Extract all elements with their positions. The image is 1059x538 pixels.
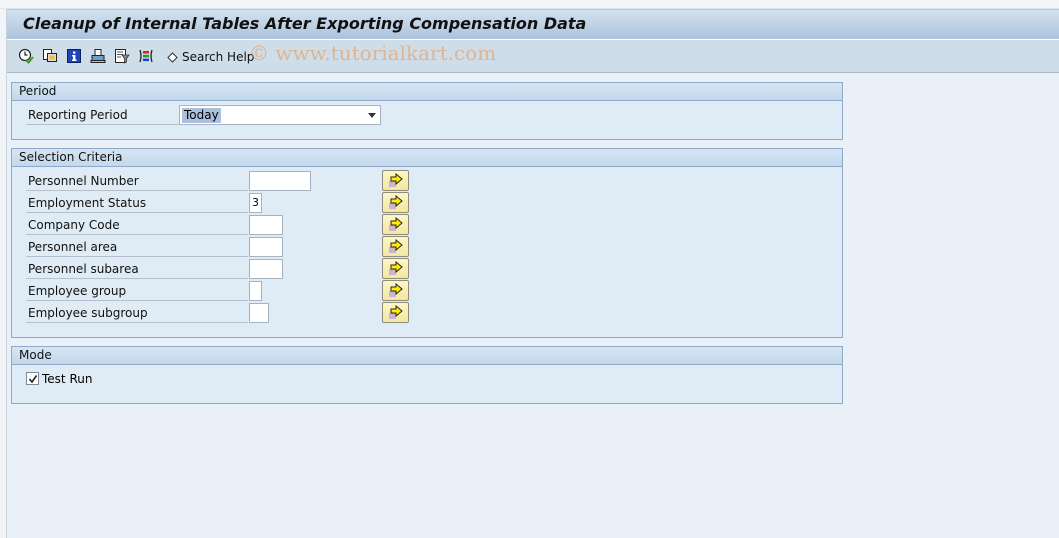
arrow-right-icon xyxy=(388,238,403,253)
employment-status-label: Employment Status xyxy=(26,193,248,213)
test-run-label: Test Run xyxy=(42,372,93,386)
employee-subgroup-label: Employee subgroup xyxy=(26,303,248,323)
search-help-button[interactable]: Search Help xyxy=(167,48,254,66)
reporting-period-value: Today xyxy=(182,108,221,123)
program-info-icon[interactable] xyxy=(65,47,83,65)
field-row-company-code: Company Code xyxy=(26,214,426,235)
diamond-icon xyxy=(167,51,178,63)
personnel-number-label: Personnel Number xyxy=(26,171,248,191)
checkmark-icon xyxy=(28,374,37,383)
window-top-strip xyxy=(0,0,1059,9)
selection-criteria-header: Selection Criteria xyxy=(12,149,842,167)
test-run-row: Test Run xyxy=(26,369,226,389)
mode-group: Mode Test Run xyxy=(11,346,843,404)
watermark: © www.tutorialkart.com xyxy=(249,41,497,65)
personnel-number-multiple-selection-button[interactable] xyxy=(382,170,409,191)
personnel-area-multiple-selection-button[interactable] xyxy=(382,236,409,257)
arrow-right-icon xyxy=(388,282,403,297)
period-group-header: Period xyxy=(12,83,842,101)
personnel-subarea-label: Personnel subarea xyxy=(26,259,248,279)
employee-subgroup-input[interactable] xyxy=(249,303,269,323)
arrow-right-icon xyxy=(388,260,403,275)
field-row-employment-status: Employment Status 3 xyxy=(26,192,426,213)
employment-status-multiple-selection-button[interactable] xyxy=(382,192,409,213)
period-group: Period Reporting Period Today xyxy=(11,82,843,140)
company-code-multiple-selection-button[interactable] xyxy=(382,214,409,235)
title-bar: Cleanup of Internal Tables After Exporti… xyxy=(7,9,1059,40)
print-icon[interactable] xyxy=(89,47,107,65)
company-code-label: Company Code xyxy=(26,215,248,235)
get-variant-icon[interactable] xyxy=(41,47,59,65)
application-toolbar: Search Help © www.tutorialkart.com xyxy=(7,40,1059,73)
personnel-subarea-multiple-selection-button[interactable] xyxy=(382,258,409,279)
reporting-period-row: Reporting Period Today xyxy=(26,105,386,125)
selection-options-icon[interactable] xyxy=(113,47,131,65)
page-title: Cleanup of Internal Tables After Exporti… xyxy=(23,14,587,33)
personnel-area-input[interactable] xyxy=(249,237,283,257)
chevron-down-icon xyxy=(368,113,376,118)
employment-status-input[interactable]: 3 xyxy=(249,193,262,213)
employee-group-input[interactable] xyxy=(249,281,262,301)
employee-group-multiple-selection-button[interactable] xyxy=(382,280,409,301)
field-row-employee-group: Employee group xyxy=(26,280,426,301)
mode-group-header: Mode xyxy=(12,347,842,365)
field-row-employee-subgroup: Employee subgroup xyxy=(26,302,426,323)
reporting-period-dropdown[interactable]: Today xyxy=(179,105,381,125)
arrow-right-icon xyxy=(388,304,403,319)
company-code-input[interactable] xyxy=(249,215,283,235)
personnel-subarea-input[interactable] xyxy=(249,259,283,279)
personnel-number-input[interactable] xyxy=(249,171,311,191)
sap-screen: Cleanup of Internal Tables After Exporti… xyxy=(6,9,1059,538)
arrow-right-icon xyxy=(388,172,403,187)
personnel-area-label: Personnel area xyxy=(26,237,248,257)
search-help-label: Search Help xyxy=(182,50,255,64)
test-run-checkbox[interactable] xyxy=(26,372,39,385)
arrow-right-icon xyxy=(388,216,403,231)
multiple-selection-icon[interactable] xyxy=(137,47,155,65)
arrow-right-icon xyxy=(388,194,403,209)
employee-group-label: Employee group xyxy=(26,281,248,301)
field-row-personnel-subarea: Personnel subarea xyxy=(26,258,426,279)
field-row-personnel-area: Personnel area xyxy=(26,236,426,257)
employee-subgroup-multiple-selection-button[interactable] xyxy=(382,302,409,323)
reporting-period-label: Reporting Period xyxy=(26,105,181,125)
execute-icon[interactable] xyxy=(17,47,35,65)
selection-criteria-group: Selection Criteria Personnel Number Empl… xyxy=(11,148,843,338)
field-row-personnel-number: Personnel Number xyxy=(26,170,426,191)
